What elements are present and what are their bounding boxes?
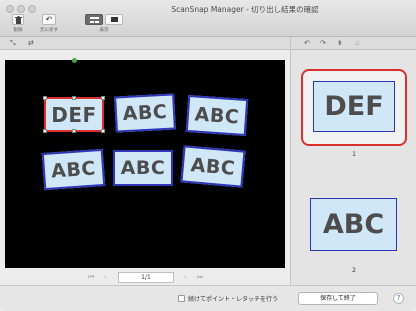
card-region[interactable]: ABC: [180, 145, 246, 188]
continue-retouch-label: 続けてポイント・レタッチを行う: [188, 296, 279, 303]
scan-canvas[interactable]: DEF ABC ABC ABC ABC ABC: [5, 58, 285, 268]
thumbnail-image: DEF: [313, 81, 395, 132]
thumbnail-item[interactable]: ABC: [310, 198, 397, 251]
thumbnail-number: 2: [352, 267, 356, 274]
thumbnail-text: DEF: [324, 91, 384, 122]
window-title: ScanSnap Manager - 切り出し結果の確認: [171, 5, 319, 14]
close-window-button[interactable]: [6, 5, 14, 13]
resize-handle[interactable]: [72, 129, 76, 133]
delete-label: 削除: [13, 28, 23, 33]
thumbnail-number: 1: [352, 151, 356, 158]
page-field[interactable]: 1/1: [118, 272, 174, 283]
card-region[interactable]: ABC: [41, 148, 106, 191]
resize-handle[interactable]: [101, 129, 105, 133]
canvas-toolbar: ⤡ ⇄: [0, 37, 290, 50]
rotate-right-icon[interactable]: ↷: [320, 39, 326, 47]
last-page-icon[interactable]: ⏭: [197, 273, 203, 282]
card-text: DEF: [51, 102, 97, 127]
card-text: ABC: [120, 157, 166, 179]
undo-button[interactable]: ↶: [42, 14, 56, 25]
first-page-icon[interactable]: ⏮: [88, 273, 94, 282]
title-bar: ScanSnap Manager - 切り出し結果の確認 削除 ↶ 元に戻す 表…: [0, 0, 416, 37]
card-text: ABC: [193, 102, 241, 129]
thumbnail-panel: DEF 1 ABC 2: [290, 50, 416, 285]
undo-label: 元に戻す: [40, 28, 58, 33]
rotate-handle[interactable]: [72, 58, 77, 63]
card-text: ABC: [189, 153, 237, 180]
resize-handle[interactable]: [43, 96, 47, 100]
thumbnail-view-button[interactable]: [85, 14, 103, 25]
trash-icon: [14, 15, 22, 24]
page-navigator: ⏮ ‹ 1/1 › ⏭: [0, 270, 290, 285]
footer-bar: 続けてポイント・レタッチを行う 保存して終了 ?: [0, 285, 416, 311]
save-and-finish-button[interactable]: 保存して終了: [298, 292, 378, 305]
card-region[interactable]: ABC: [113, 150, 173, 186]
single-view-button[interactable]: [105, 14, 123, 25]
single-view-icon: [110, 17, 118, 22]
zoom-window-button[interactable]: [28, 5, 36, 13]
crop-icon[interactable]: ⌂: [355, 39, 359, 47]
next-page-icon[interactable]: ›: [184, 273, 187, 281]
prev-page-icon[interactable]: ‹: [104, 273, 107, 281]
thumbnail-text: ABC: [322, 209, 385, 240]
help-button[interactable]: ?: [393, 293, 404, 304]
view-label: 表示: [99, 28, 109, 33]
card-region[interactable]: ABC: [185, 94, 249, 137]
thumbnail-view-icon: [89, 16, 99, 23]
card-region[interactable]: ABC: [114, 93, 176, 133]
minimize-window-button[interactable]: [17, 5, 25, 13]
swap-icon[interactable]: ⇄: [28, 39, 34, 47]
fit-icon[interactable]: ⤡: [10, 39, 16, 48]
flip-icon[interactable]: ⇟: [337, 39, 343, 47]
thumbnail-item-selected[interactable]: DEF: [301, 69, 407, 146]
scansnap-window: ScanSnap Manager - 切り出し結果の確認 削除 ↶ 元に戻す 表…: [0, 0, 416, 311]
card-text: ABC: [50, 156, 97, 183]
thumbnail-toolbar: ↶ ↷ ⇟ ⌂: [290, 37, 416, 50]
card-region-selected[interactable]: DEF: [43, 96, 105, 133]
card-text: ABC: [122, 100, 168, 126]
resize-handle[interactable]: [101, 96, 105, 100]
resize-handle[interactable]: [72, 96, 76, 100]
rotate-left-icon[interactable]: ↶: [304, 39, 310, 47]
continue-retouch-checkbox[interactable]: [178, 295, 185, 302]
resize-handle[interactable]: [43, 129, 47, 133]
delete-button[interactable]: [12, 14, 24, 25]
undo-icon: ↶: [45, 14, 53, 24]
